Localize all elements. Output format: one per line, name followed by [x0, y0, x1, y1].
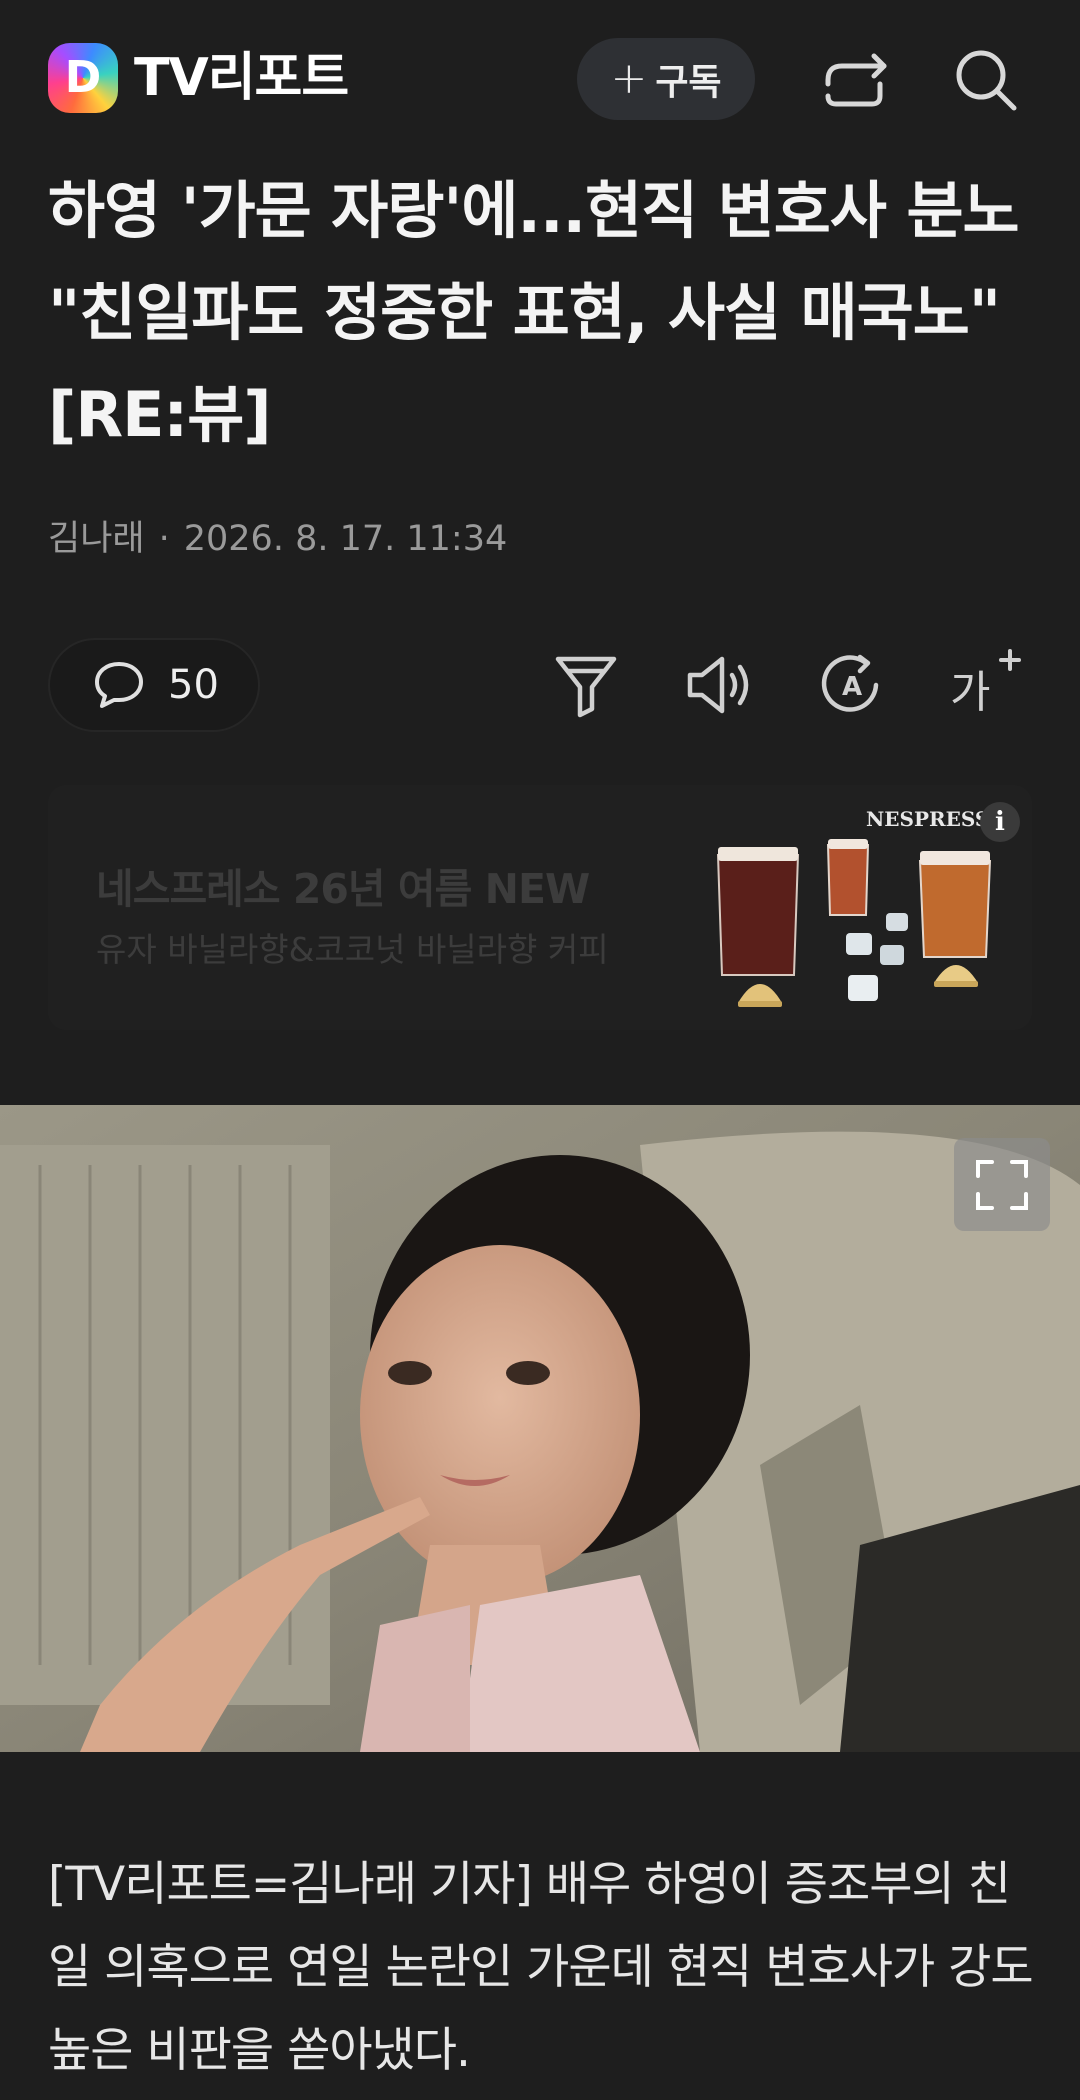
photo-illustration — [0, 1105, 1080, 1752]
comment-count: 50 — [168, 662, 219, 708]
expand-button[interactable] — [954, 1138, 1050, 1231]
filter-icon[interactable] — [546, 645, 626, 725]
byline: 김나래 · 2026. 8. 17. 11:34 — [48, 510, 507, 561]
coffee-product-image — [716, 839, 992, 1007]
plus-icon: + — [610, 53, 648, 104]
subscribe-button[interactable]: + 구독 — [577, 38, 755, 120]
svg-text:A: A — [842, 672, 862, 702]
expand-icon — [976, 1160, 1028, 1210]
logo-letter: D — [64, 52, 102, 103]
translate-icon[interactable]: A — [812, 645, 892, 725]
font-size-icon[interactable]: 가 — [944, 645, 1024, 725]
comment-button[interactable]: 50 — [48, 638, 260, 732]
subscribe-label: 구독 — [655, 62, 722, 103]
ad-title: 네스프레소 26년 여름 NEW — [96, 865, 590, 913]
search-icon[interactable] — [946, 40, 1026, 120]
byline-separator: · — [158, 519, 170, 559]
publish-date: 2026. 8. 17. 11:34 — [183, 519, 508, 559]
logo[interactable]: D — [48, 43, 118, 113]
brand-name[interactable]: TV리포트 — [134, 40, 349, 116]
ad-subtitle: 유자 바닐라향&코코넛 바닐라향 커피 — [96, 930, 609, 969]
share-icon[interactable] — [814, 40, 894, 120]
article-photo[interactable] — [0, 1105, 1080, 1752]
info-icon[interactable]: i — [980, 802, 1020, 842]
author-name[interactable]: 김나래 — [48, 519, 145, 559]
top-bar: D TV리포트 + 구독 — [0, 0, 1080, 160]
article-title: 하영 '가문 자랑'에...현직 변호사 분노 "친일파도 정중한 표현, 사실… — [48, 174, 1020, 451]
article-body: [TV리포트=김나래 기자] 배우 하영이 증조부의 친일 의혹으로 연일 논란… — [48, 1857, 1034, 2078]
svg-text:가: 가 — [950, 667, 990, 718]
ad-banner[interactable]: 네스프레소 26년 여름 NEW 유자 바닐라향&코코넛 바닐라향 커피 NES… — [48, 785, 1032, 1030]
comment-icon — [95, 662, 143, 708]
speaker-icon[interactable] — [680, 645, 760, 725]
